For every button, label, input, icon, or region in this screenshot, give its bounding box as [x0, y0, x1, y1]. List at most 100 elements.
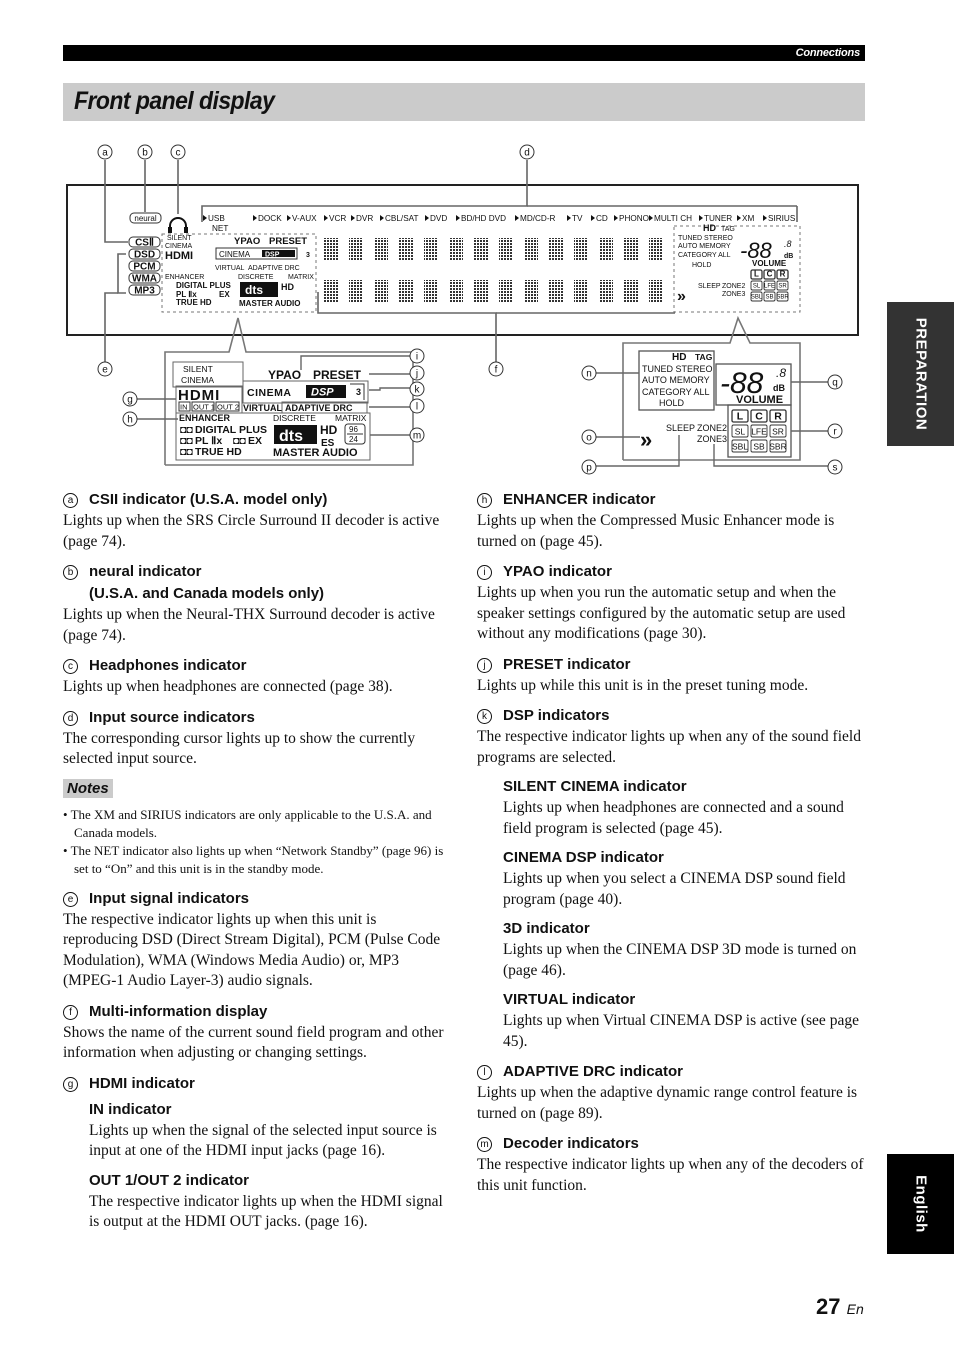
input-source-v-aux: V-AUX: [292, 214, 317, 223]
svg-text:l: l: [416, 402, 418, 413]
matrix-char-cell: [524, 280, 538, 302]
item-body: Lights up when headphones are connected …: [63, 678, 393, 695]
cursor-icon: [649, 215, 653, 221]
svg-text:e: e: [102, 365, 108, 376]
svg-text:WMA: WMA: [132, 274, 157, 285]
svg-text:◘◘: ◘◘: [180, 446, 193, 458]
speaker-label-sbl: SBL: [732, 442, 748, 452]
item-body: Lights up while this unit is in the pres…: [477, 676, 809, 694]
item-body: Lights up when you run the automatic set…: [477, 584, 846, 642]
svg-text:CATEGORY ALL: CATEGORY ALL: [678, 252, 731, 259]
sub-body: Lights up when headphones are connected …: [503, 799, 844, 837]
svg-text:IN: IN: [180, 403, 188, 412]
tab-english[interactable]: English: [887, 1154, 954, 1254]
svg-text:MP3: MP3: [134, 286, 155, 297]
svg-text:EX: EX: [248, 435, 262, 447]
item-letter: g: [63, 1076, 78, 1092]
svg-text:ENHANCER: ENHANCER: [179, 413, 231, 423]
svg-text:SILENT: SILENT: [183, 364, 213, 374]
svg-text:MATRIX: MATRIX: [288, 274, 314, 281]
tuner-detail: HD TAG TUNED STEREO AUTO MEMORY CATEGORY…: [638, 350, 792, 458]
svg-text:HOLD: HOLD: [659, 398, 685, 408]
matrix-char-cell: [574, 238, 588, 260]
svg-text:CSⅡ: CSⅡ: [135, 238, 154, 249]
cursor-icon: [380, 215, 384, 221]
speaker-label-sr: SR: [772, 427, 784, 437]
matrix-char-cell: [349, 280, 363, 302]
matrix-char-cell: [524, 238, 538, 260]
page-language-suffix: En: [846, 1301, 864, 1317]
item-title-line2: (U.S.A. and Canada models only): [89, 585, 325, 602]
matrix-char-cell: [324, 238, 338, 260]
item-d: d Input source indicators The correspondin…: [63, 707, 455, 770]
input-source-dvd: DVD: [430, 214, 447, 223]
item-body: Lights up when the Neural-THX Surround d…: [63, 606, 435, 644]
svg-text:TAG: TAG: [721, 226, 735, 233]
speaker-label-sl: SL: [753, 284, 761, 290]
callout-e: e: [97, 361, 113, 377]
svg-text:MATRIX: MATRIX: [335, 413, 367, 423]
item-title: Input source indicators: [89, 708, 255, 726]
item-k: k DSP indicators The respective indicator…: [477, 705, 869, 1052]
svg-text:dts: dts: [245, 283, 263, 297]
svg-text:ZONE2: ZONE2: [697, 423, 727, 433]
right-column: h ENHANCER indicator Lights up when the Co…: [477, 489, 869, 1205]
item-a: a CSII indicator (U.S.A. model only) Light…: [63, 489, 455, 552]
tuner-area-mini: HD TAG TUNED STEREO AUTO MEMORY CATEGORY…: [678, 223, 793, 298]
item-i: i YPAO indicator Lights up when you run th…: [477, 561, 869, 645]
svg-text:.8: .8: [776, 366, 786, 380]
matrix-char-cell: [474, 238, 488, 260]
matrix-char-cell: [424, 280, 438, 302]
speaker-label-sbl: SBL: [751, 295, 763, 301]
svg-text:CINEMA: CINEMA: [219, 250, 251, 259]
item-letter: l: [477, 1065, 492, 1080]
sub-title: 3D indicator: [503, 920, 590, 937]
item-body: Lights up when the Compressed Music Enha…: [477, 512, 835, 550]
matrix-char-cell: [449, 280, 463, 302]
svg-text:TAG: TAG: [695, 352, 713, 362]
svg-text:PRESET: PRESET: [269, 236, 307, 247]
item-c: c Headphones indicator Lights up when head…: [63, 655, 455, 698]
speaker-indicators-mini: L C R SL LFE SR SBL SB SBR: [750, 269, 789, 302]
svg-text:DISCRETE: DISCRETE: [273, 413, 316, 423]
matrix-char-cell: [649, 280, 663, 302]
svg-text:SLEEP: SLEEP: [698, 283, 721, 290]
item-body: Lights up when the adaptive dynamic rang…: [477, 1084, 858, 1122]
speaker-label-l: L: [737, 411, 744, 423]
item-j: j PRESET indicator Lights up while this un…: [477, 654, 869, 697]
callout-k: k: [409, 381, 425, 397]
item-letter: e: [63, 891, 78, 907]
callout-r: r: [827, 423, 843, 439]
cursor-icon: [763, 215, 767, 221]
svg-text:ZONE3: ZONE3: [697, 434, 727, 444]
svg-text:q: q: [832, 378, 838, 389]
matrix-char-cell: [499, 280, 513, 302]
callout-q: q: [827, 374, 843, 390]
svg-text:MASTER AUDIO: MASTER AUDIO: [273, 447, 358, 459]
callout-l: l: [409, 398, 425, 414]
cursor-icon: [614, 215, 618, 221]
front-panel-diagram: a b c d neural CSⅡ DSD PCM WMA MP3 USB DO…: [66, 144, 859, 475]
item-title: ENHANCER indicator: [503, 491, 656, 508]
svg-text:g: g: [127, 395, 133, 406]
item-letter: m: [477, 1137, 492, 1152]
svg-text:VIRTUAL: VIRTUAL: [215, 265, 245, 272]
svg-text:TUNED STEREO: TUNED STEREO: [678, 235, 733, 242]
cursor-icon: [591, 215, 595, 221]
item-title: Multi-information display: [89, 1002, 268, 1020]
item-letter: c: [63, 659, 78, 674]
speaker-label-sb: SB: [753, 442, 765, 452]
callout-h: h: [122, 411, 138, 427]
item-title: DSP indicators: [503, 707, 610, 724]
item-body: The respective indicator lights up when …: [477, 728, 861, 766]
sub-title: VIRTUAL indicator: [503, 991, 636, 1008]
matrix-char-cell: [449, 238, 463, 260]
sub-body: Lights up when you select a CINEMA DSP s…: [503, 870, 846, 908]
svg-text:PRESET: PRESET: [313, 368, 362, 382]
callout-leaders-top: [104, 160, 798, 362]
speaker-label-sbr: SBR: [776, 295, 789, 301]
decoder-area-mini: SILENT CINEMA YPAO PRESET HDMI CINEMA DS…: [165, 235, 314, 308]
callout-n: n: [581, 365, 597, 381]
matrix-char-cell: [599, 238, 613, 260]
svg-text:CINEMA: CINEMA: [165, 243, 193, 250]
